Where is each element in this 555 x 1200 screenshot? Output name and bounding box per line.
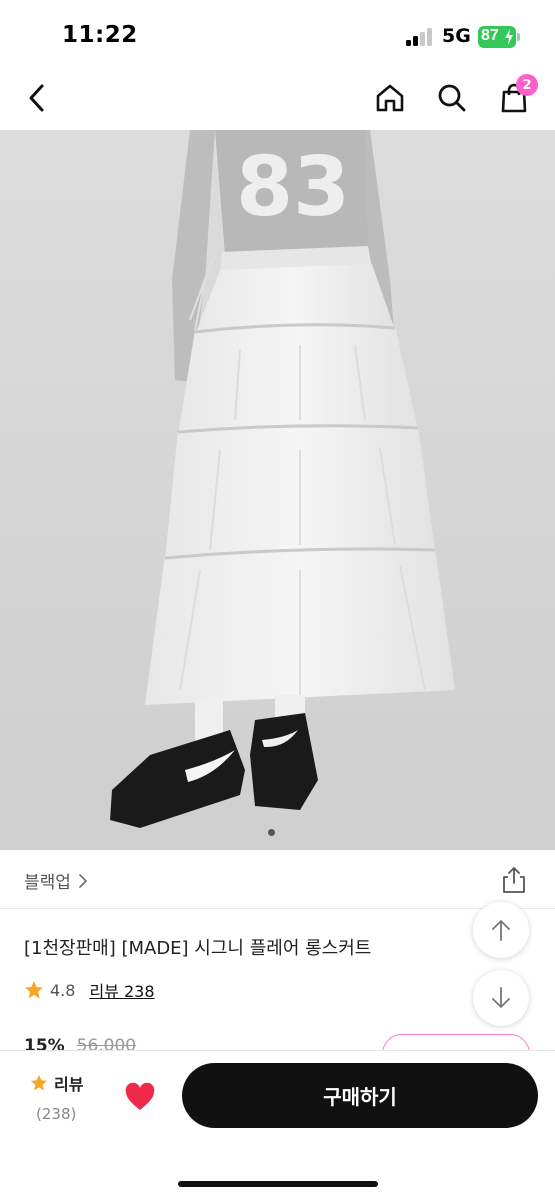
bottom-review-summary[interactable]: 리뷰 (238) — [30, 1071, 100, 1123]
product-photo: 83 — [0, 130, 555, 850]
star-icon — [25, 981, 43, 999]
product-title: [1천장판매] [MADE] 시그니 플레어 롱스커트 — [24, 938, 372, 959]
arrow-up-icon — [492, 920, 510, 941]
battery-icon: 87 — [478, 26, 516, 48]
review-link[interactable]: 리뷰 238 — [89, 978, 154, 1002]
carousel-dot — [280, 829, 287, 836]
divider — [0, 908, 555, 909]
home-button[interactable] — [370, 78, 410, 118]
status-time: 11:22 — [62, 22, 138, 48]
cart-button[interactable]: 2 — [494, 74, 538, 118]
chevron-left-icon — [29, 84, 44, 112]
network-label: 5G — [442, 25, 471, 47]
share-icon[interactable] — [499, 865, 529, 895]
scroll-up-button[interactable] — [473, 902, 529, 958]
search-button[interactable] — [432, 78, 472, 118]
top-nav: 2 — [0, 68, 555, 130]
scroll-down-button[interactable] — [473, 970, 529, 1026]
cart-count-badge: 2 — [516, 74, 538, 96]
brand-row: 블랙업 — [0, 858, 555, 908]
arrow-down-icon — [492, 987, 510, 1008]
home-indicator — [178, 1181, 378, 1187]
brand-link[interactable]: 블랙업 — [24, 868, 89, 893]
signal-icon — [406, 28, 434, 46]
battery-cap — [517, 33, 520, 41]
back-button[interactable] — [18, 78, 58, 118]
carousel-dot-active — [268, 829, 275, 836]
review-count: (238) — [36, 1105, 77, 1123]
charging-bolt-icon — [505, 29, 513, 45]
review-label: 리뷰 — [54, 1075, 84, 1094]
rating-value: 4.8 — [50, 980, 76, 1000]
brand-name: 블랙업 — [24, 873, 71, 893]
search-icon — [438, 84, 466, 112]
heart-icon[interactable] — [124, 1082, 156, 1112]
buy-button[interactable]: 구매하기 — [182, 1063, 538, 1128]
star-icon — [30, 1074, 48, 1091]
bottom-purchase-bar: 리뷰 (238) 구매하기 — [0, 1050, 555, 1200]
carousel-dots — [0, 829, 555, 836]
home-icon — [376, 84, 404, 112]
status-bar: 11:22 5G 87 — [0, 0, 555, 68]
rating-row: 4.8 리뷰 238 — [24, 978, 155, 1002]
svg-text:83: 83 — [236, 140, 350, 235]
chevron-right-icon — [79, 873, 88, 888]
product-image-carousel[interactable]: 83 — [0, 130, 555, 850]
battery-level: 87 — [481, 27, 499, 44]
